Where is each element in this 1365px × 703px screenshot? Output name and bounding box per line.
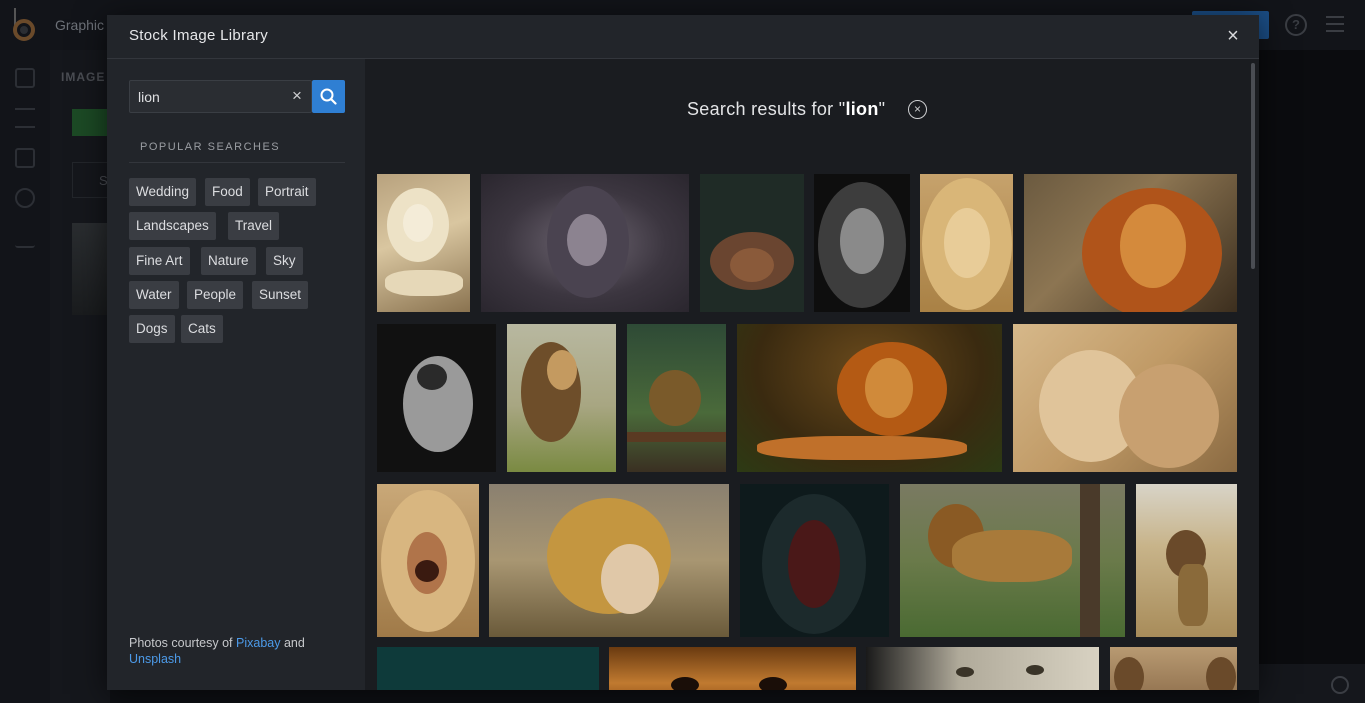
- clear-icon[interactable]: ×: [288, 87, 306, 105]
- app-bottom-bar: [1259, 664, 1365, 703]
- photo-tile[interactable]: [481, 174, 689, 312]
- text-tool-icon[interactable]: [15, 228, 35, 248]
- modal-header: Stock Image Library ×: [107, 15, 1259, 59]
- tag-dogs[interactable]: Dogs: [129, 315, 175, 343]
- search-box: ×: [129, 80, 312, 113]
- history-icon[interactable]: [1331, 676, 1349, 694]
- heart-tool-icon[interactable]: [15, 188, 35, 208]
- credits-middle: and: [280, 636, 305, 650]
- photo-tile[interactable]: [866, 647, 1099, 690]
- results-heading-prefix: Search results for ": [687, 99, 846, 119]
- popular-searches-title: POPULAR SEARCHES: [140, 141, 281, 153]
- photo-tile[interactable]: [1024, 174, 1237, 312]
- tag-water[interactable]: Water: [129, 281, 179, 309]
- tag-food[interactable]: Food: [205, 178, 250, 206]
- search-icon: [320, 88, 337, 105]
- results-panel: Search results for "lion" ×: [365, 59, 1259, 690]
- photo-tile[interactable]: [609, 647, 856, 690]
- photo-tile[interactable]: [900, 484, 1125, 637]
- search-button[interactable]: [312, 80, 345, 113]
- photo-tile[interactable]: [377, 174, 470, 312]
- unsplash-link[interactable]: Unsplash: [129, 652, 181, 666]
- tag-sunset[interactable]: Sunset: [252, 281, 309, 309]
- app-logo-icon[interactable]: [12, 8, 38, 42]
- photo-tile[interactable]: [814, 174, 910, 312]
- search-sidebar: × POPULAR SEARCHES Wedding Food Portrait…: [107, 59, 365, 690]
- tag-travel[interactable]: Travel: [228, 212, 280, 240]
- adjust-tool-icon[interactable]: [15, 108, 35, 128]
- photo-tile[interactable]: [737, 324, 1002, 472]
- photo-tile[interactable]: [920, 174, 1013, 312]
- panel-label: IMAGE: [61, 70, 106, 84]
- tag-people[interactable]: People: [187, 281, 244, 309]
- photo-tile[interactable]: [507, 324, 616, 472]
- photo-tile[interactable]: [1013, 324, 1237, 472]
- tag-nature[interactable]: Nature: [201, 247, 256, 275]
- panel-box[interactable]: S: [72, 162, 110, 198]
- app-tool-rail: [0, 50, 50, 703]
- results-heading: Search results for "lion": [687, 99, 885, 120]
- photo-tile[interactable]: [377, 484, 479, 637]
- close-icon[interactable]: ×: [1223, 26, 1243, 46]
- photo-tile[interactable]: [377, 647, 599, 690]
- divider: [129, 162, 345, 163]
- tag-landscapes[interactable]: Landscapes: [129, 212, 216, 240]
- photo-tile[interactable]: [489, 484, 729, 637]
- photo-tile[interactable]: [627, 324, 726, 472]
- stock-image-modal: Stock Image Library × × POPULAR SEARCHES…: [107, 15, 1259, 690]
- credits-prefix: Photos courtesy of: [129, 636, 237, 650]
- results-heading-suffix: ": [878, 99, 886, 119]
- photo-tile[interactable]: [1136, 484, 1237, 637]
- modal-title: Stock Image Library: [129, 27, 269, 44]
- layout-tool-icon[interactable]: [15, 148, 35, 168]
- photo-tile[interactable]: [377, 324, 496, 472]
- tag-fine-art[interactable]: Fine Art: [129, 247, 190, 275]
- panel-green-button[interactable]: [72, 109, 110, 136]
- help-circle-icon[interactable]: ?: [1285, 14, 1307, 36]
- tag-cats[interactable]: Cats: [181, 315, 223, 343]
- tag-portrait[interactable]: Portrait: [258, 178, 316, 206]
- photo-tile[interactable]: [740, 484, 889, 637]
- results-scrollbar-thumb[interactable]: [1251, 63, 1255, 269]
- photo-tile[interactable]: [700, 174, 804, 312]
- panel-thumbnail[interactable]: [72, 223, 110, 315]
- photo-credits: Photos courtesy of Pixabay and Unsplash: [129, 635, 349, 667]
- app-canvas: [1259, 50, 1365, 664]
- app-title: Graphic: [55, 17, 105, 33]
- tag-wedding[interactable]: Wedding: [129, 178, 197, 206]
- image-tool-icon[interactable]: [15, 68, 35, 88]
- tag-sky[interactable]: Sky: [266, 247, 303, 275]
- results-query: lion: [845, 99, 879, 119]
- clear-search-circle-icon[interactable]: ×: [908, 100, 927, 119]
- hamburger-menu-icon[interactable]: [1326, 16, 1344, 32]
- search-input[interactable]: [130, 81, 280, 112]
- photo-tile[interactable]: [1110, 647, 1237, 690]
- app-side-panel: [50, 50, 110, 703]
- pixabay-link[interactable]: Pixabay: [236, 636, 280, 650]
